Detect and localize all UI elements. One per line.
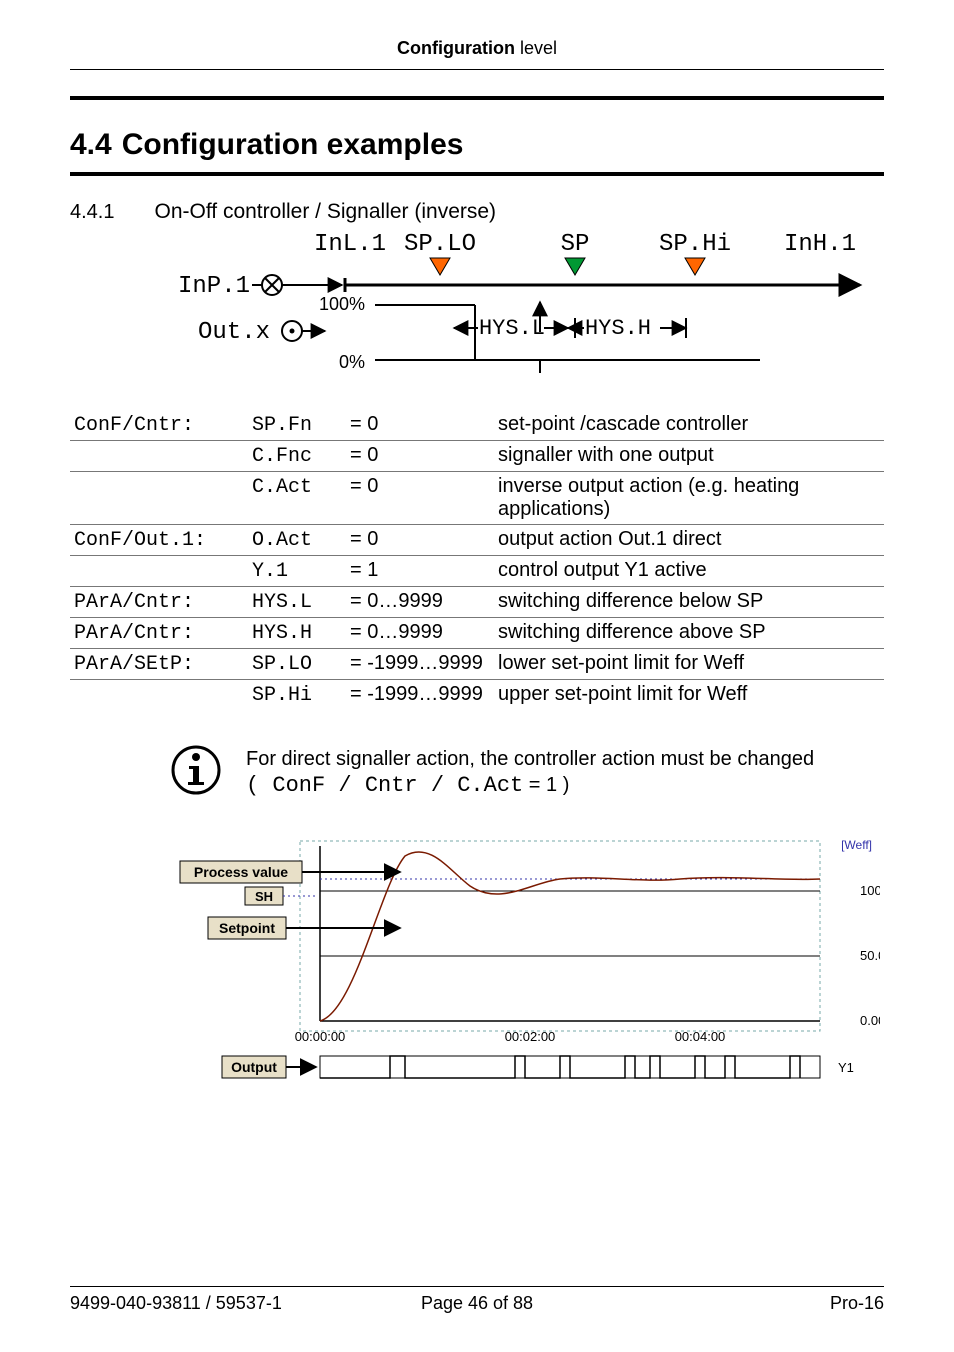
note-text: For direct signaller action, the control… xyxy=(246,746,814,801)
table-row: SP.Hi= -1999…9999upper set-point limit f… xyxy=(70,680,884,711)
svg-text:InL.1: InL.1 xyxy=(314,231,386,258)
subsection-heading: 4.4.1 On-Off controller / Signaller (inv… xyxy=(70,200,884,224)
svg-text:SP.LO: SP.LO xyxy=(404,231,476,258)
page-footer: 9499-040-93811 / 59537-1 Page 46 of 88 P… xyxy=(70,1286,884,1314)
running-header: Configuration level xyxy=(70,38,884,59)
section-title: Configuration examples xyxy=(122,128,464,162)
hysteresis-diagram: InL.1 SP.LO SP SP.Hi InH.1 InP.1 Out.x xyxy=(70,230,884,390)
svg-text:Y1: Y1 xyxy=(838,1060,854,1075)
note-formula: ( ConF / Cntr / C.Act = 1 ) xyxy=(246,772,814,801)
rule-thick-top xyxy=(70,96,884,100)
document-page: Configuration level 4.4 Configuration ex… xyxy=(0,0,954,1352)
table-row: PArA/Cntr:HYS.H= 0…9999switching differe… xyxy=(70,618,884,649)
svg-text:[Weff]: [Weff] xyxy=(841,838,872,852)
svg-text:100.00: 100.00 xyxy=(860,883,880,898)
header-strong: Configuration xyxy=(397,38,515,58)
note-line1: For direct signaller action, the control… xyxy=(246,746,814,772)
svg-text:100%: 100% xyxy=(319,294,365,314)
svg-text:Output: Output xyxy=(231,1059,277,1075)
hysteresis-svg: InL.1 SP.LO SP SP.Hi InH.1 InP.1 Out.x xyxy=(120,230,880,390)
header-rest: level xyxy=(515,38,557,58)
table-row: C.Act= 0inverse output action (e.g. heat… xyxy=(70,472,884,525)
svg-text:00:04:00: 00:04:00 xyxy=(675,1029,726,1044)
svg-text:0%: 0% xyxy=(339,352,365,372)
svg-text:SP.Hi: SP.Hi xyxy=(659,231,731,258)
table-row: ConF/Out.1:O.Act= 0output action Out.1 d… xyxy=(70,525,884,556)
svg-text:HYS.L: HYS.L xyxy=(479,316,545,341)
svg-text:Out.x: Out.x xyxy=(198,319,270,346)
svg-text:InP.1: InP.1 xyxy=(178,273,250,300)
table-row: Y.1= 1control output Y1 active xyxy=(70,556,884,587)
info-note: For direct signaller action, the control… xyxy=(170,746,884,801)
svg-text:50.000: 50.000 xyxy=(860,948,880,963)
footer-center: Page 46 of 88 xyxy=(70,1293,884,1314)
table-row: PArA/SEtP:SP.LO= -1999…9999lower set-poi… xyxy=(70,649,884,680)
table-row: PArA/Cntr:HYS.L= 0…9999switching differe… xyxy=(70,587,884,618)
parameter-table: ConF/Cntr:SP.Fn= 0set-point /cascade con… xyxy=(70,410,884,710)
svg-text:InH.1: InH.1 xyxy=(784,231,856,258)
svg-text:0.000: 0.000 xyxy=(860,1013,880,1028)
table-row: ConF/Cntr:SP.Fn= 0set-point /cascade con… xyxy=(70,410,884,441)
svg-text:00:00:00: 00:00:00 xyxy=(295,1029,346,1044)
response-graph: [Weff] 100.00 50.000 0.000 00:00:00 00:0… xyxy=(70,831,884,1111)
svg-text:HYS.H: HYS.H xyxy=(585,316,651,341)
subsection-title: On-Off controller / Signaller (inverse) xyxy=(154,200,496,224)
svg-text:SP: SP xyxy=(561,231,590,258)
subsection-number: 4.4.1 xyxy=(70,201,114,224)
svg-text:00:02:00: 00:02:00 xyxy=(505,1029,556,1044)
info-icon xyxy=(170,744,222,796)
response-svg: [Weff] 100.00 50.000 0.000 00:00:00 00:0… xyxy=(120,831,880,1111)
section-heading: 4.4 Configuration examples xyxy=(70,128,884,162)
svg-text:Process value: Process value xyxy=(194,864,288,880)
table-row: C.Fnc= 0signaller with one output xyxy=(70,441,884,472)
svg-text:Setpoint: Setpoint xyxy=(219,920,275,936)
svg-text:SH: SH xyxy=(255,889,273,904)
rule-thick-bottom xyxy=(70,172,884,176)
section-number: 4.4 xyxy=(70,128,112,162)
